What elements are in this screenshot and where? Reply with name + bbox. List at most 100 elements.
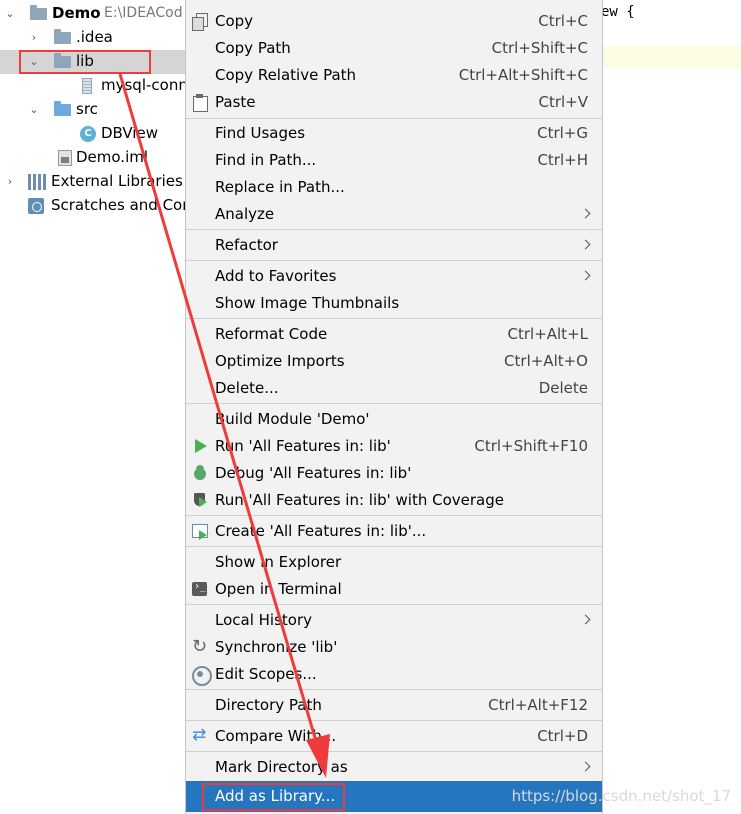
menu-item-label: Add to Favorites [215, 267, 337, 285]
menu-item-label: Copy Relative Path [215, 66, 357, 84]
menu-item-label: Copy Path [215, 39, 291, 57]
menu-item-label: Local History [215, 611, 313, 629]
tree-item-label: Scratches and Con [51, 196, 186, 214]
annotation-box-add-as-library [202, 783, 345, 811]
menu-separator [186, 229, 602, 230]
menu-item-copy-relative-path[interactable]: Copy Relative Path Ctrl+Alt+Shift+C [186, 62, 602, 89]
menu-item-refactor[interactable]: Refactor [186, 232, 602, 259]
menu-separator [186, 260, 602, 261]
menu-item-show-image-thumbnails[interactable]: Show Image Thumbnails [186, 290, 602, 317]
menu-item-debug-all-features[interactable]: Debug 'All Features in: lib' [186, 460, 602, 487]
menu-item-label: Synchronize 'lib' [215, 638, 338, 656]
menu-item-shortcut: Ctrl+C [538, 12, 588, 30]
menu-item-compare-with[interactable]: Compare With... Ctrl+D [186, 723, 602, 750]
menu-item-label: Run 'All Features in: lib' [215, 437, 391, 455]
scope-icon [192, 666, 212, 686]
run-configuration-icon [192, 523, 208, 540]
menu-item-shortcut: Ctrl+Alt+O [504, 352, 588, 370]
menu-item-synchronize[interactable]: Synchronize 'lib' [186, 634, 602, 661]
submenu-arrow-icon [580, 759, 594, 775]
annotation-box-lib [19, 50, 151, 74]
menu-item-show-in-explorer[interactable]: Show in Explorer [186, 549, 602, 576]
menu-item-run-with-coverage[interactable]: Run 'All Features in: lib' with Coverage [186, 487, 602, 514]
menu-item-run-all-features[interactable]: Run 'All Features in: lib' Ctrl+Shift+F1… [186, 433, 602, 460]
menu-item-paste[interactable]: Paste Ctrl+V [186, 89, 602, 116]
menu-item-label: Optimize Imports [215, 352, 345, 370]
menu-item-shortcut: Ctrl+D [537, 727, 588, 745]
menu-item-local-history[interactable]: Local History [186, 607, 602, 634]
menu-item-find-in-path[interactable]: Find in Path... Ctrl+H [186, 147, 602, 174]
tree-item-idea[interactable]: › .idea [0, 26, 186, 50]
code-editor[interactable]: ew { [601, 0, 741, 814]
watermark: https://blog.csdn.net/shot_17 [511, 787, 731, 805]
menu-item-delete[interactable]: Delete... Delete [186, 375, 602, 402]
menu-item-mark-directory-as[interactable]: Mark Directory as [186, 754, 602, 781]
chevron-right-icon[interactable]: › [4, 176, 16, 188]
menu-item-label: Compare With... [215, 727, 337, 745]
tree-item-scratches[interactable]: Scratches and Con [0, 194, 186, 218]
menu-item-add-to-favorites[interactable]: Add to Favorites [186, 263, 602, 290]
menu-item-shortcut: Ctrl+V [538, 93, 588, 111]
menu-item-directory-path[interactable]: Directory Path Ctrl+Alt+F12 [186, 692, 602, 719]
menu-item-shortcut: Ctrl+Alt+Shift+C [458, 66, 588, 84]
debug-bug-icon [192, 465, 208, 481]
menu-item-create-configuration[interactable]: Create 'All Features in: lib'... [186, 518, 602, 545]
menu-item-reformat-code[interactable]: Reformat Code Ctrl+Alt+L [186, 321, 602, 348]
editor-code-text: ew { [601, 4, 635, 20]
menu-separator [186, 751, 602, 752]
menu-item-label: Analyze [215, 205, 275, 223]
menu-item-analyze[interactable]: Analyze [186, 201, 602, 228]
run-icon [192, 438, 208, 454]
tree-item-label: mysql-conn [101, 76, 186, 94]
chevron-down-icon[interactable]: ⌄ [4, 8, 16, 20]
menu-item-shortcut: Ctrl+Alt+F12 [488, 696, 588, 714]
menu-item-label: Show in Explorer [215, 553, 342, 571]
menu-item-shortcut: Ctrl+Shift+C [491, 39, 588, 57]
menu-separator [186, 689, 602, 690]
tree-item-src[interactable]: ⌄ src [0, 98, 186, 122]
tree-item-dbview[interactable]: C DBView [0, 122, 186, 146]
menu-separator [186, 604, 602, 605]
submenu-arrow-icon [580, 237, 594, 253]
menu-item-optimize-imports[interactable]: Optimize Imports Ctrl+Alt+O [186, 348, 602, 375]
menu-item-find-usages[interactable]: Find Usages Ctrl+G [186, 120, 602, 147]
menu-item-label: Show Image Thumbnails [215, 294, 400, 312]
menu-item-replace-in-path[interactable]: Replace in Path... [186, 174, 602, 201]
menu-item-edit-scopes[interactable]: Edit Scopes... [186, 661, 602, 688]
menu-item-label: Create 'All Features in: lib'... [215, 522, 427, 540]
menu-separator [186, 720, 602, 721]
tree-item-label: DBView [101, 124, 158, 142]
folder-icon [54, 29, 71, 44]
editor-current-line [601, 46, 741, 68]
iml-file-icon [58, 150, 72, 166]
terminal-icon [192, 581, 208, 597]
menu-item-label: Reformat Code [215, 325, 328, 343]
tree-item-label: src [76, 100, 98, 118]
menu-item-copy-path[interactable]: Copy Path Ctrl+Shift+C [186, 35, 602, 62]
menu-item-label: Refactor [215, 236, 278, 254]
menu-item-label: Directory Path [215, 696, 322, 714]
menu-separator [186, 118, 602, 119]
tree-item-label: .idea [76, 28, 113, 46]
chevron-down-icon[interactable]: ⌄ [28, 104, 40, 116]
menu-item-label: Replace in Path... [215, 178, 345, 196]
libraries-icon [28, 174, 46, 190]
tree-root-demo[interactable]: ⌄ Demo E:\IDEACod [0, 2, 186, 26]
chevron-right-icon[interactable]: › [28, 32, 40, 44]
menu-item-open-in-terminal[interactable]: Open in Terminal [186, 576, 602, 603]
tree-item-external-libraries[interactable]: › External Libraries [0, 170, 186, 194]
menu-item-build-module[interactable]: Build Module 'Demo' [186, 406, 602, 433]
menu-item-label: Copy [215, 12, 254, 30]
source-folder-icon [54, 101, 71, 116]
menu-item-label: Build Module 'Demo' [215, 410, 370, 428]
submenu-arrow-icon [580, 612, 594, 628]
tree-item-mysql-connector[interactable]: mysql-conn [0, 74, 186, 98]
menu-item-copy[interactable]: Copy Ctrl+C [186, 8, 602, 35]
menu-item-shortcut: Ctrl+H [537, 151, 588, 169]
project-tree: ⌄ Demo E:\IDEACod › .idea ⌄ lib mysql-co… [0, 0, 186, 814]
menu-item-shortcut: Ctrl+Alt+L [507, 325, 589, 343]
menu-item-shortcut: Delete [538, 379, 588, 397]
compare-icon [192, 725, 208, 745]
tree-item-demo-iml[interactable]: Demo.iml [0, 146, 186, 170]
menu-item-label: Open in Terminal [215, 580, 342, 598]
